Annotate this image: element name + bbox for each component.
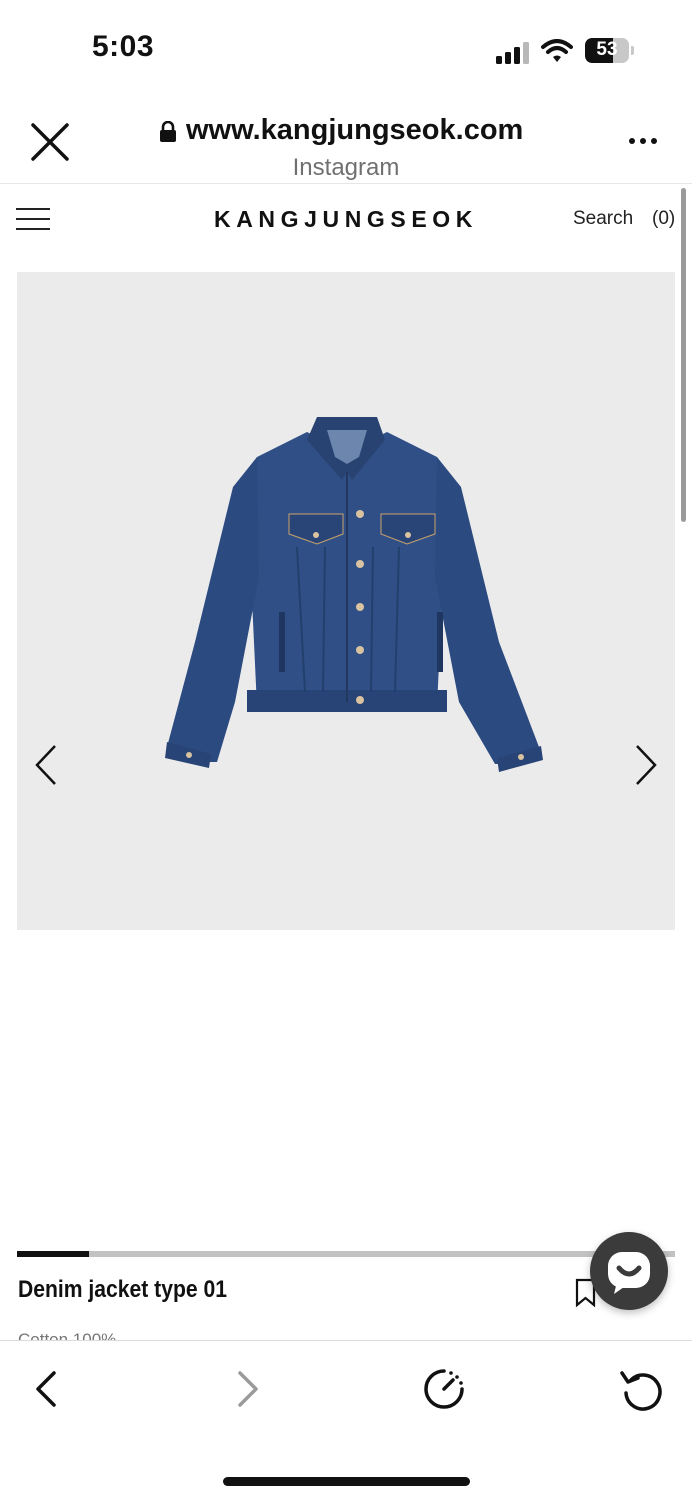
chat-smile-icon xyxy=(608,1252,650,1294)
header-divider xyxy=(0,183,692,184)
gallery-prev-button[interactable] xyxy=(31,742,67,788)
forward-button[interactable] xyxy=(222,1365,270,1413)
chevron-left-icon xyxy=(36,1371,56,1407)
battery-level: 53 xyxy=(596,39,618,60)
cart-count-link[interactable]: (0) xyxy=(652,208,675,230)
gallery-progress-bar xyxy=(17,1251,675,1257)
product-material: Cotton 100% xyxy=(18,1332,116,1340)
url-address[interactable]: www.kangjungseok.com xyxy=(186,114,523,147)
home-indicator[interactable] xyxy=(223,1477,470,1486)
gallery-progress-fill xyxy=(17,1251,90,1257)
chevron-right-icon xyxy=(238,1371,258,1407)
chat-button[interactable] xyxy=(590,1232,668,1310)
speed-button[interactable] xyxy=(420,1365,468,1413)
lock-icon xyxy=(159,120,177,148)
reload-button[interactable] xyxy=(618,1365,666,1413)
page-scrollbar[interactable] xyxy=(681,188,686,522)
more-options-button[interactable] xyxy=(622,130,662,154)
source-label: Instagram xyxy=(292,154,400,181)
product-name: Denim jacket type 01 xyxy=(18,1276,227,1303)
chevron-right-icon xyxy=(636,745,657,785)
battery-indicator: 53 xyxy=(585,38,634,63)
cellular-signal-icon xyxy=(496,42,530,69)
back-button[interactable] xyxy=(24,1365,72,1413)
speedometer-icon xyxy=(424,1369,464,1409)
gallery-next-button[interactable] xyxy=(627,742,663,788)
wifi-icon xyxy=(541,39,573,68)
denim-jacket-image xyxy=(147,402,547,787)
search-link[interactable]: Search xyxy=(573,208,633,230)
status-time: 5:03 xyxy=(92,30,155,63)
product-image-gallery[interactable] xyxy=(17,272,675,930)
reload-icon xyxy=(620,1371,662,1411)
chevron-left-icon xyxy=(35,745,56,785)
